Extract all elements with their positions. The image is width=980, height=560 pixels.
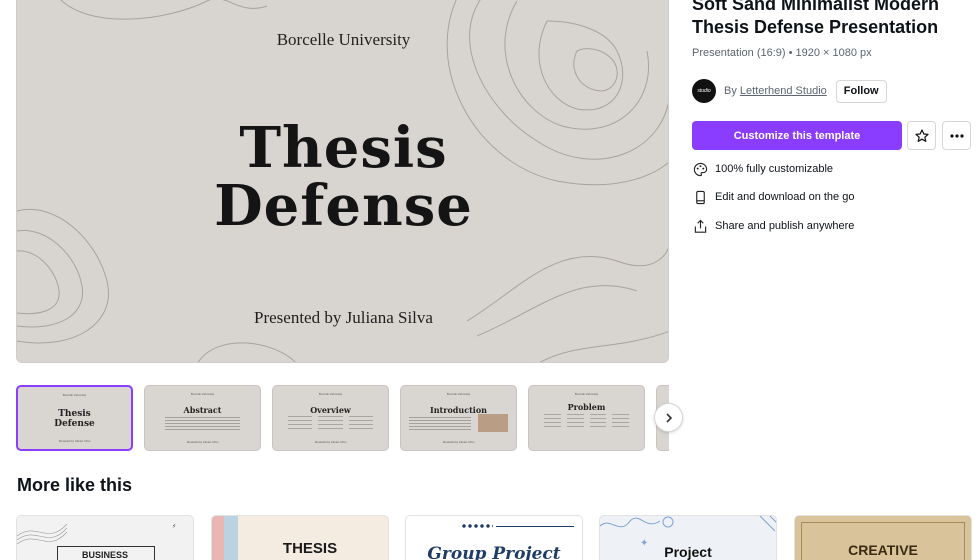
slide-thumbnails: Borcelle University Thesis Defense Prese… (16, 385, 669, 452)
thumbnail-slide-5[interactable]: Borcelle University Problem (528, 385, 645, 451)
thumbnails-next-button[interactable] (654, 403, 683, 432)
related-template-label: BUSINESS (81, 550, 128, 560)
thumbnail-columns (288, 416, 373, 432)
by-prefix: By (724, 85, 737, 97)
thumbnail-footer: Presented by Juliana Silva (442, 440, 475, 444)
share-icon (692, 218, 708, 234)
thumbnail-header: Borcelle University (318, 392, 343, 396)
related-template-label: THESIS (282, 540, 338, 557)
favorite-button[interactable] (907, 121, 936, 150)
follow-button[interactable]: Follow (835, 79, 887, 103)
feature-label: Edit and download on the go (715, 191, 855, 203)
feature-mobile: Edit and download on the go (692, 188, 854, 206)
thumbnail-title: Problem (567, 402, 606, 412)
author-avatar[interactable]: studio (692, 79, 716, 103)
template-preview[interactable]: Borcelle University Thesis Defense Prese… (16, 0, 669, 363)
thumbnail-footer: Presented by Juliana Silva (186, 440, 219, 444)
slide-title-line2: Defense (214, 173, 473, 239)
feature-label: 100% fully customizable (715, 163, 834, 175)
mobile-icon (692, 189, 708, 205)
related-template-card[interactable]: ✦ Project (599, 515, 777, 560)
thumbnail-body-text (165, 417, 240, 431)
related-template-label: Project (664, 544, 712, 560)
thumbnail-header: Borcelle University (62, 393, 87, 397)
thumbnail-footer: Presented by Juliana Silva (58, 439, 91, 443)
customize-template-button[interactable]: Customize this template (692, 121, 902, 150)
more-options-button[interactable] (942, 121, 971, 150)
more-horizontal-icon (949, 133, 964, 138)
thumbnail-title: Overview (310, 405, 351, 415)
slide-presenter: Presented by Juliana Silva (254, 308, 433, 327)
related-template-card[interactable]: Group Project (405, 515, 583, 560)
svg-text:⚡: ⚡ (172, 523, 176, 530)
related-template-card[interactable]: ⚡ BUSINESS (16, 515, 194, 560)
palette-icon (692, 161, 708, 177)
thumbnail-header: Borcelle University (574, 392, 599, 396)
star-icon (914, 128, 929, 142)
thumbnail-slide-3[interactable]: Borcelle University Overview Presented b… (272, 385, 389, 451)
author-byline: By Letterhend Studio (724, 85, 827, 97)
thumbnail-slide-2[interactable]: Borcelle University Abstract Presented b… (144, 385, 261, 451)
thumbnail-header: Borcelle University (190, 392, 215, 396)
feature-label: Share and publish anywhere (715, 220, 855, 232)
template-title: Soft Sand Minimalist Modern Thesis Defen… (692, 0, 940, 37)
author-row: studio By Letterhend Studio Follow (692, 79, 887, 103)
slide-title-line1: Thesis (239, 115, 448, 181)
thumbnail-body-text (409, 417, 471, 431)
more-like-this-heading: More like this (17, 475, 133, 495)
chevron-right-icon (665, 412, 672, 423)
thumbnail-footer: Presented by Juliana Silva (314, 440, 347, 444)
thumbnail-title: Thesis Defense (54, 409, 95, 429)
thumbnail-slide-1[interactable]: Borcelle University Thesis Defense Prese… (16, 385, 133, 451)
slide-university: Borcelle University (276, 30, 411, 49)
thumbnail-image (478, 414, 508, 432)
thumbnail-slide-4[interactable]: Borcelle University Introduction Present… (400, 385, 517, 451)
thumbnail-title: Abstract (183, 405, 222, 415)
related-template-label: Group Project (427, 544, 561, 560)
feature-share: Share and publish anywhere (692, 217, 854, 235)
related-template-card[interactable]: CREATIVE (794, 515, 972, 560)
template-meta: Presentation (16:9) • 1920 × 1080 px (692, 47, 872, 59)
related-template-label: CREATIVE (848, 542, 918, 558)
feature-customizable: 100% fully customizable (692, 160, 833, 178)
author-link[interactable]: Letterhend Studio (740, 85, 827, 97)
thumbnail-columns (544, 414, 629, 430)
related-template-card[interactable]: THESIS (211, 515, 389, 560)
thumbnail-header: Borcelle University (446, 392, 471, 396)
slide-title: Thesis Defense (17, 115, 668, 239)
